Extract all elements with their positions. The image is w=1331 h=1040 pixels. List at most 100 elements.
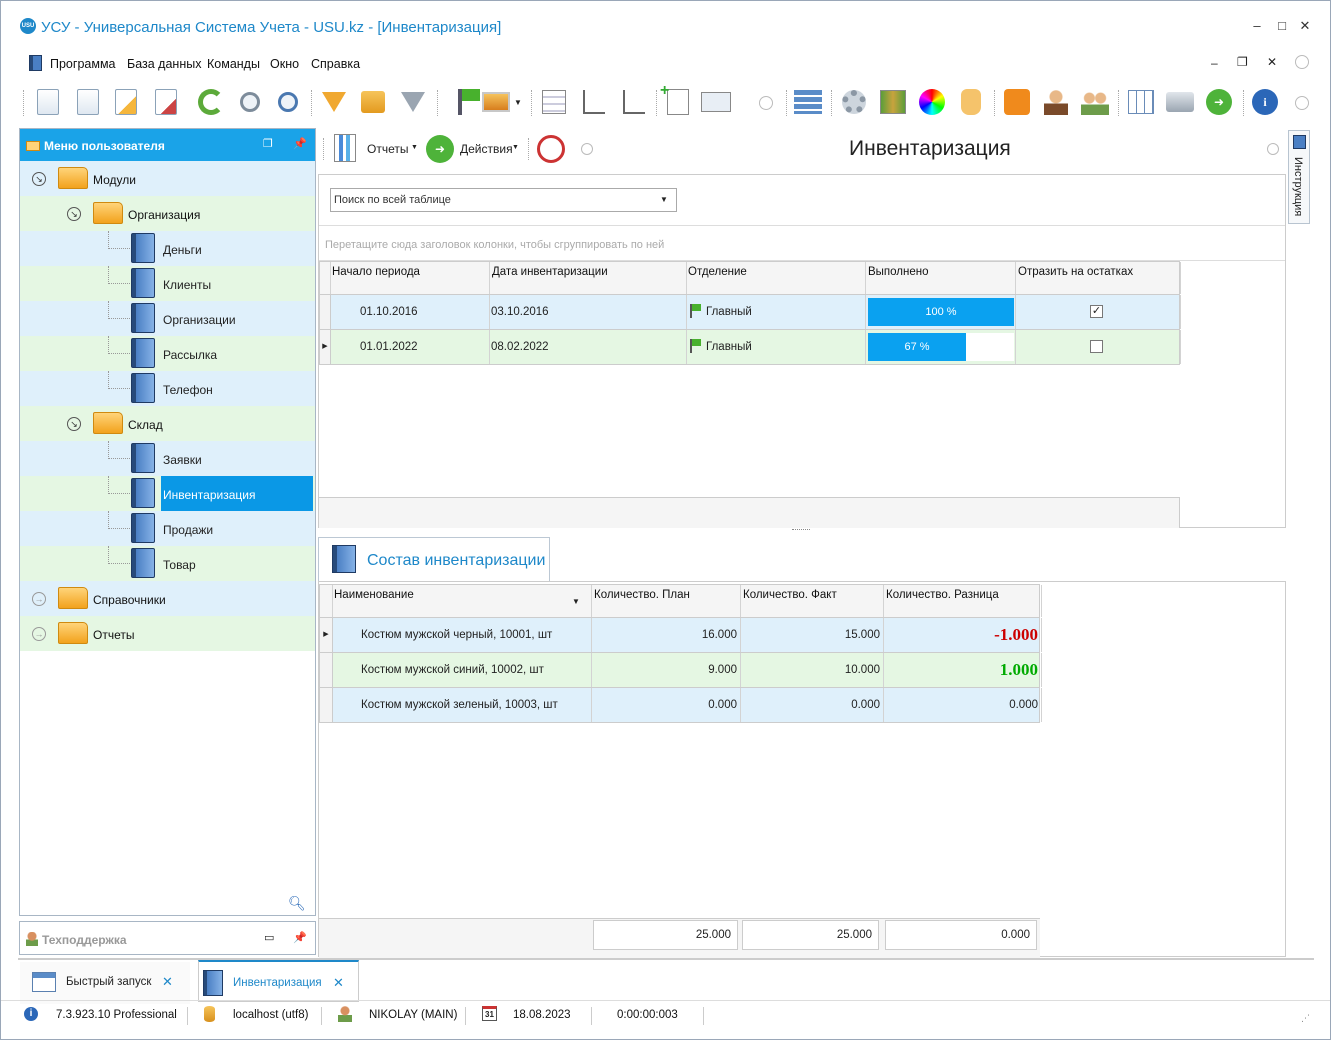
grid-layout-icon[interactable] <box>793 86 823 118</box>
print-icon[interactable] <box>1165 86 1195 118</box>
collapse-icon[interactable]: ↘ <box>67 207 81 221</box>
group-panel[interactable]: Перетащите сюда заголовок колонки, чтобы… <box>319 225 1285 261</box>
expand-group-icon[interactable] <box>539 86 569 118</box>
tree-item[interactable]: Рассылка <box>20 336 315 371</box>
column-width-icon[interactable] <box>701 86 731 118</box>
info-icon[interactable]: i <box>1250 86 1280 118</box>
expand-icon[interactable]: → <box>32 627 46 641</box>
column-header[interactable]: Дата инвентаризации <box>492 266 608 278</box>
support-pin-icon[interactable]: 📌 <box>293 931 307 944</box>
filter-apply-icon[interactable] <box>398 86 428 118</box>
menu-database[interactable]: База данных <box>127 57 201 71</box>
reports-button[interactable]: Отчеты ▼ <box>334 133 424 165</box>
panel-float-icon[interactable]: ❐ <box>263 137 273 150</box>
settings-gear-icon[interactable] <box>839 86 869 118</box>
support-minimize-icon[interactable]: ▭ <box>264 931 274 944</box>
tab-quick-launch[interactable]: Быстрый запуск ✕ <box>20 962 190 1004</box>
tab-inventory[interactable]: Инвентаризация ✕ <box>198 960 359 1002</box>
panel-pin-icon[interactable]: 📌 <box>293 137 307 150</box>
image-icon[interactable] <box>481 86 511 118</box>
column-header[interactable]: Количество. План <box>594 589 690 601</box>
menu-help[interactable]: Справка <box>311 57 360 71</box>
users-group-icon[interactable] <box>1080 86 1110 118</box>
actions-button[interactable]: ➜ Действия ▼ <box>426 133 526 165</box>
toolbar-overflow-icon-2[interactable] <box>1295 96 1309 110</box>
hand-icon[interactable] <box>956 86 986 118</box>
column-header[interactable]: Начало периода <box>332 266 420 278</box>
filter-icon[interactable] <box>319 86 349 118</box>
column-header[interactable]: Количество. Факт <box>743 589 837 601</box>
splitter-handle[interactable] <box>792 529 810 533</box>
collapse-icon[interactable]: ↘ <box>32 172 46 186</box>
edit-record-icon[interactable] <box>111 86 141 118</box>
search-dropdown-icon[interactable]: ▼ <box>660 195 668 204</box>
rss-icon[interactable] <box>1002 86 1032 118</box>
tree-item[interactable]: ↘ Организация <box>20 196 315 231</box>
mdi-minimize-icon[interactable]: – <box>1211 56 1218 70</box>
minimize-icon[interactable]: – <box>1246 15 1268 37</box>
resize-grip-icon[interactable]: ⋰ <box>1301 1013 1310 1024</box>
tree-item[interactable]: → Отчеты <box>20 616 315 651</box>
panel-search-icon[interactable]: 🔍︎ <box>288 895 306 912</box>
refresh-icon[interactable] <box>196 86 226 118</box>
table-row[interactable]: ▶ Костюм мужской черный, 10001, шт 16.000 1… <box>319 618 1042 653</box>
column-header[interactable]: Наименование <box>334 589 414 601</box>
collapse-icon[interactable]: ↘ <box>67 417 81 431</box>
delete-record-icon[interactable] <box>151 86 181 118</box>
name-column-filter-icon[interactable]: ▼ <box>572 597 580 606</box>
search-advanced-icon[interactable] <box>273 86 303 118</box>
tree-item[interactable]: Заявки <box>20 441 315 476</box>
tree-item[interactable]: Организации <box>20 301 315 336</box>
search-combobox[interactable]: Поиск по всей таблице ▼ <box>330 188 677 212</box>
table-icon[interactable] <box>1126 86 1156 118</box>
column-header[interactable]: Отразить на остатках <box>1018 266 1133 278</box>
column-header[interactable]: Отделение <box>688 266 747 278</box>
tree-item[interactable]: Инвентаризация <box>20 476 315 511</box>
image-dropdown-icon[interactable]: ▼ <box>514 98 522 107</box>
reflect-checkbox[interactable] <box>1090 340 1103 353</box>
expand-icon[interactable]: → <box>32 592 46 606</box>
tree-expand-icon[interactable] <box>579 86 609 118</box>
table-row[interactable]: ▶ 01.01.2022 08.02.2022 Главный 67 % <box>319 330 1181 365</box>
mdi-restore-icon[interactable]: ❐ <box>1237 55 1248 69</box>
add-record-icon[interactable] <box>33 86 63 118</box>
content-toolbar-overflow-icon[interactable] <box>581 143 593 155</box>
column-header[interactable]: Количество. Разница <box>886 589 999 601</box>
tree-collapse-icon[interactable] <box>619 86 649 118</box>
instruction-side-tab[interactable]: Инструкция <box>1288 130 1310 224</box>
tree-item[interactable]: Телефон <box>20 371 315 406</box>
detail-tab[interactable]: Состав инвентаризации <box>318 537 550 581</box>
close-icon[interactable]: ✕ <box>1294 15 1316 37</box>
tree-item[interactable]: ↘ Модули <box>20 161 315 196</box>
tab-quick-launch-close-icon[interactable]: ✕ <box>162 974 173 990</box>
tab-inventory-close-icon[interactable]: ✕ <box>333 975 344 991</box>
mdi-close-icon[interactable]: ✕ <box>1267 55 1277 69</box>
support-panel[interactable]: Техподдержка ▭ 📌 <box>19 921 316 955</box>
table-row[interactable]: Костюм мужской синий, 10002, шт 9.000 10.0… <box>319 653 1042 688</box>
toolbar-overflow-icon[interactable] <box>759 96 773 110</box>
go-forward-icon[interactable]: ➜ <box>1204 86 1234 118</box>
reflect-checkbox[interactable]: ✓ <box>1090 305 1103 318</box>
tree-item[interactable]: → Справочники <box>20 581 315 616</box>
menu-commands[interactable]: Команды <box>207 57 260 71</box>
table-row[interactable]: Костюм мужской зеленый, 10003, шт 0.000 0.… <box>319 688 1042 723</box>
tree-item[interactable]: Продажи <box>20 511 315 546</box>
tree-item[interactable]: ↘ Склад <box>20 406 315 441</box>
maximize-icon[interactable]: □ <box>1271 15 1293 37</box>
menu-program[interactable]: Программа <box>50 57 116 71</box>
filter-edit-icon[interactable] <box>358 86 388 118</box>
content-overflow-icon-right[interactable] <box>1267 143 1279 155</box>
color-wheel-icon[interactable] <box>917 86 947 118</box>
map-icon[interactable] <box>878 86 908 118</box>
tree-item[interactable]: Клиенты <box>20 266 315 301</box>
flag-icon[interactable] <box>445 86 480 118</box>
add-column-icon[interactable]: + <box>660 82 693 118</box>
column-header[interactable]: Выполнено <box>868 266 929 278</box>
search-icon[interactable] <box>235 86 265 118</box>
timer-icon[interactable] <box>537 135 565 163</box>
menu-overflow-icon[interactable] <box>1295 55 1309 69</box>
table-row[interactable]: 01.10.2016 03.10.2016 Главный 100 % ✓ <box>319 295 1181 330</box>
tree-item[interactable]: Деньги <box>20 231 315 266</box>
copy-record-icon[interactable] <box>73 86 103 118</box>
user-icon[interactable] <box>1041 86 1071 118</box>
